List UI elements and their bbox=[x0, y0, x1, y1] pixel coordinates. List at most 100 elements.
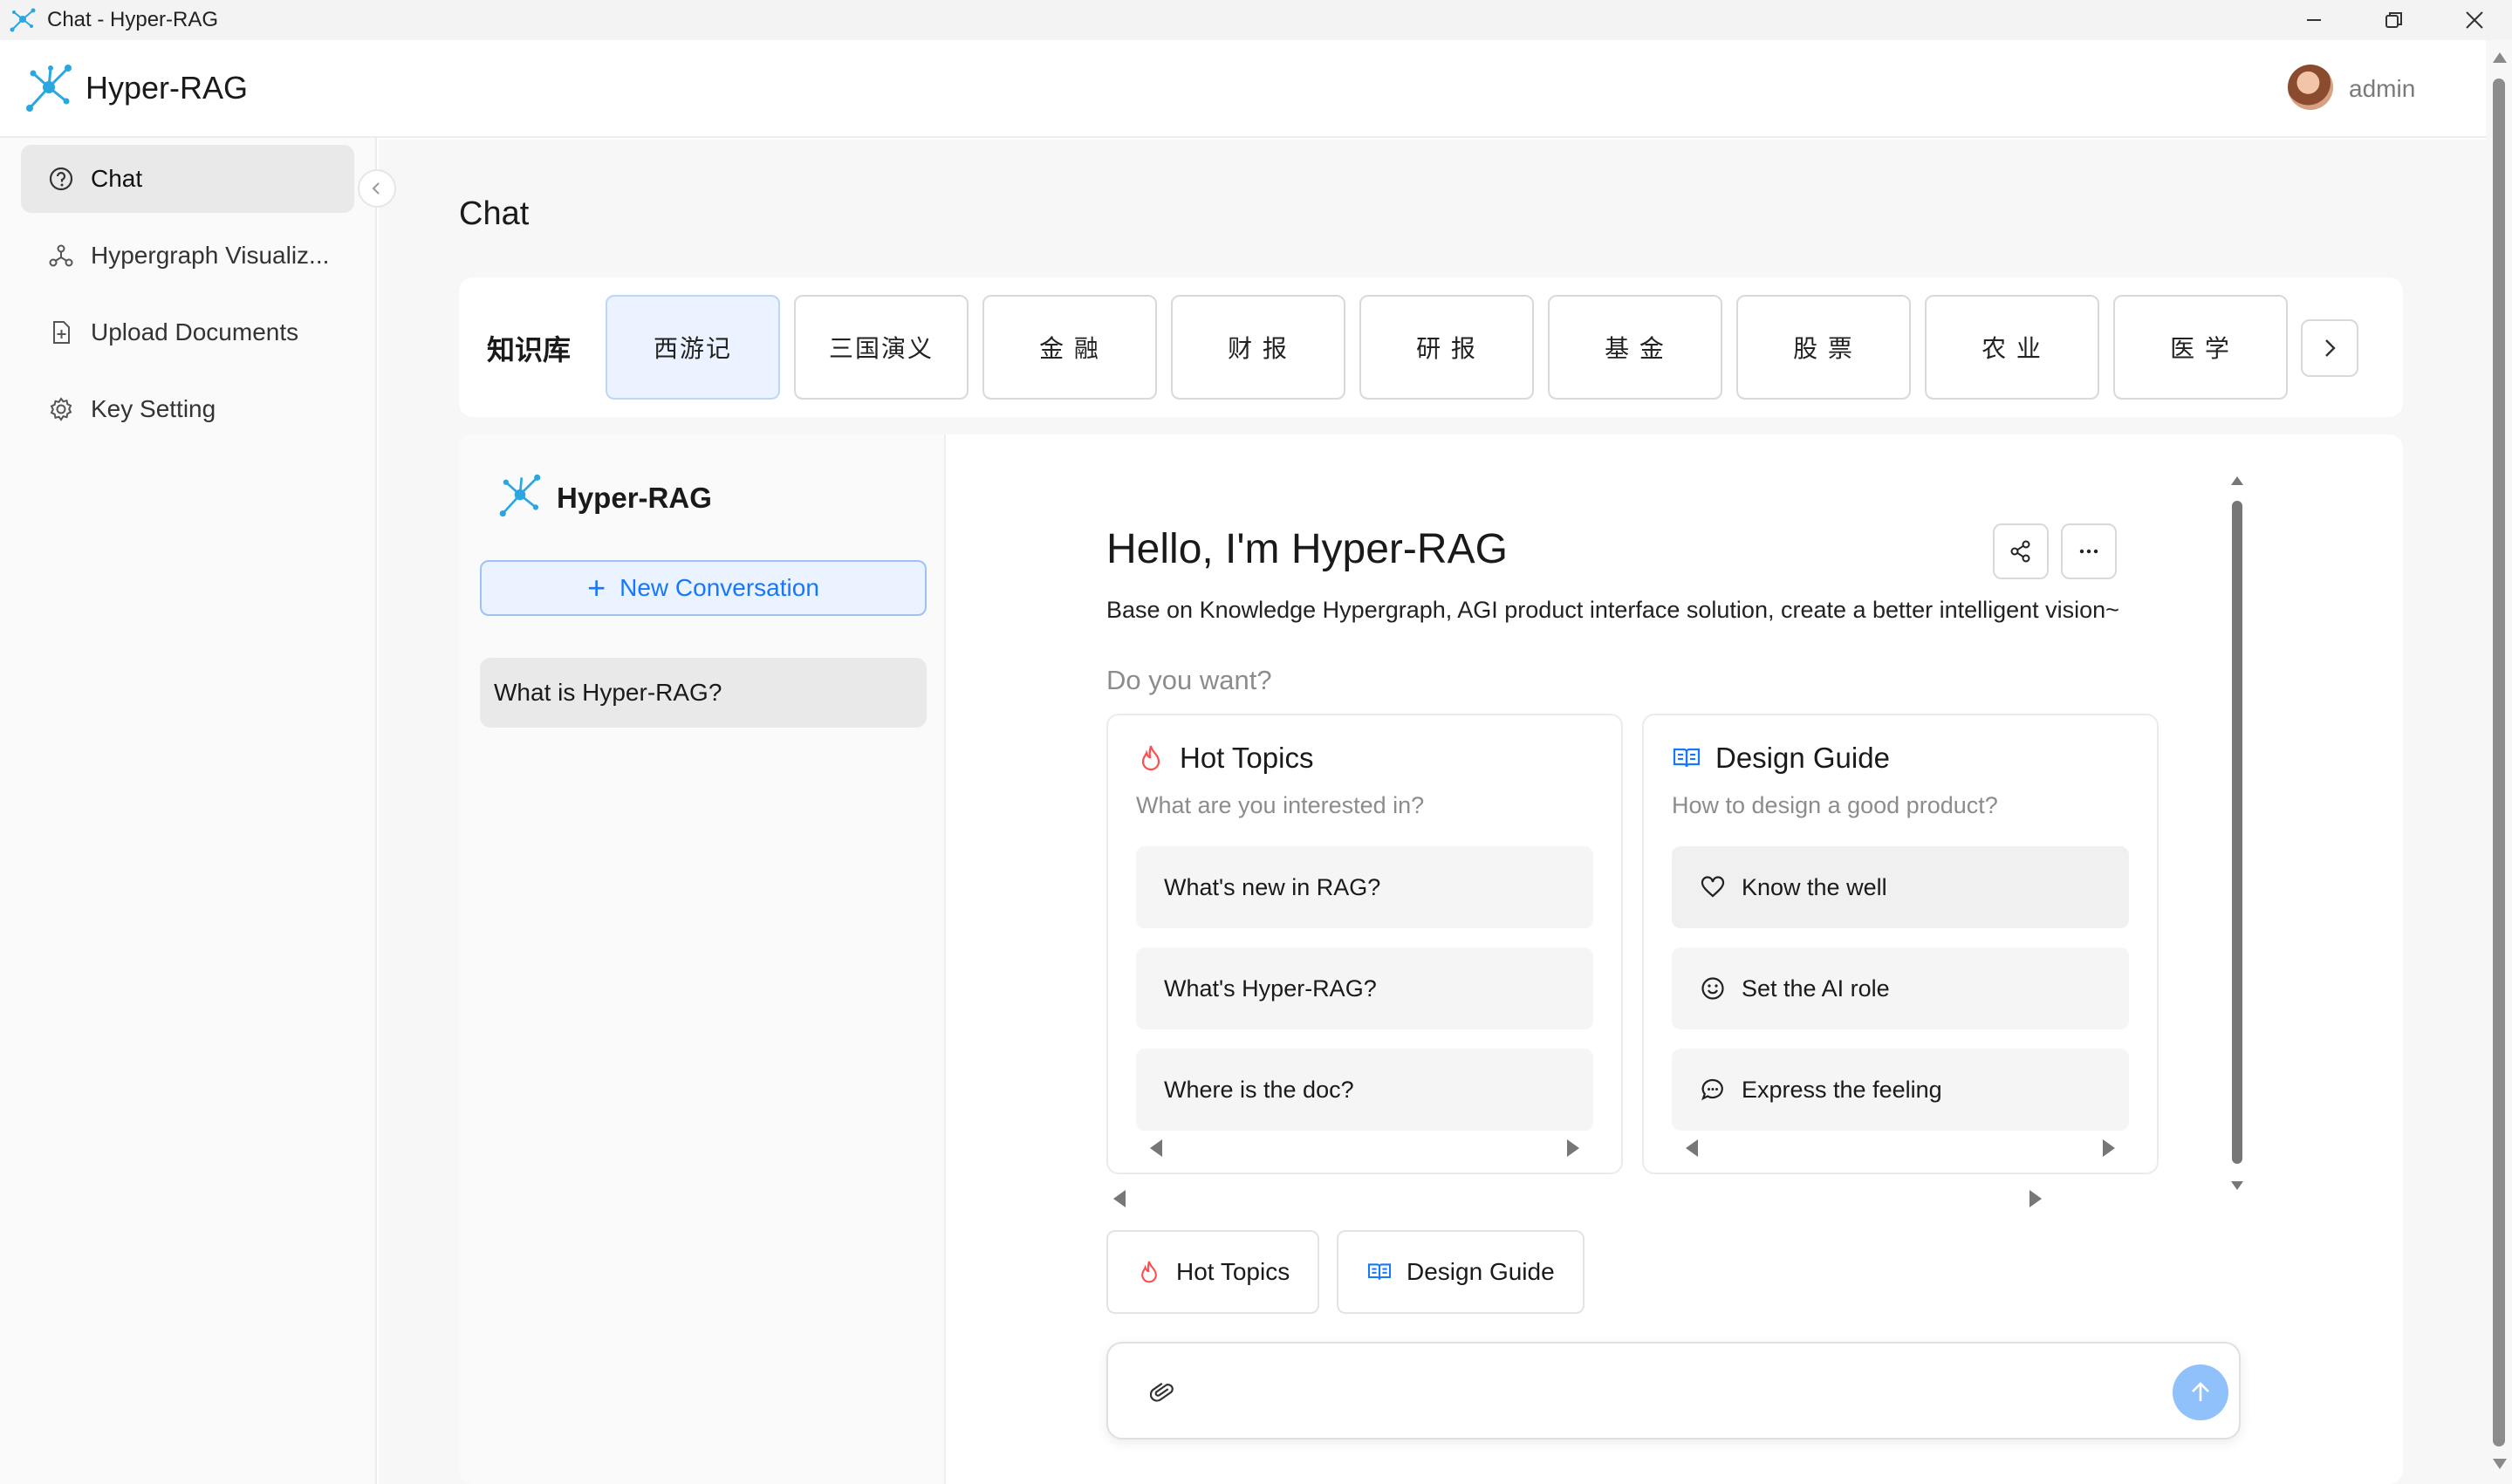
prompt-group-subtitle: What are you interested in? bbox=[1136, 792, 1425, 818]
prompt-item[interactable]: Express the feeling bbox=[1672, 1049, 2129, 1131]
welcome-description: Base on Knowledge Hypergraph, AGI produc… bbox=[1106, 597, 2119, 623]
restore-button[interactable] bbox=[2354, 0, 2434, 40]
kb-tab[interactable]: 财 报 bbox=[1171, 295, 1345, 400]
scroll-right-arrow[interactable] bbox=[2103, 1139, 2115, 1157]
scroll-thumb[interactable] bbox=[2493, 79, 2505, 1446]
message-composer bbox=[1106, 1342, 2241, 1440]
scroll-up-arrow[interactable] bbox=[2493, 52, 2507, 63]
sidebar-item-upload[interactable]: Upload Documents bbox=[21, 298, 354, 366]
chevron-left-icon bbox=[372, 182, 380, 195]
chip-label: Design Guide bbox=[1407, 1258, 1555, 1285]
user-name[interactable]: admin bbox=[2349, 75, 2415, 103]
new-conversation-button[interactable]: + New Conversation bbox=[480, 560, 927, 616]
prompt-item-label: What's Hyper-RAG? bbox=[1164, 975, 1377, 1002]
window-titlebar: Chat - Hyper-RAG bbox=[0, 0, 2512, 40]
sidebar-item-label: Upload Documents bbox=[91, 318, 299, 345]
scroll-right-arrow[interactable] bbox=[2029, 1190, 2042, 1207]
send-button[interactable] bbox=[2173, 1364, 2228, 1420]
scroll-up-arrow[interactable] bbox=[2231, 476, 2243, 485]
app-header: Hyper-RAG admin bbox=[0, 40, 2486, 138]
prompt-item[interactable]: Where is the doc? bbox=[1136, 1049, 1593, 1131]
prompt-item[interactable]: What's Hyper-RAG? bbox=[1136, 947, 1593, 1029]
sidebar-item-hypergraph[interactable]: Hypergraph Visualiz... bbox=[21, 222, 354, 290]
brand-name: Hyper-RAG bbox=[86, 70, 249, 106]
app-logo-icon bbox=[10, 8, 36, 32]
prompt-item-label: Set the AI role bbox=[1742, 975, 1890, 1002]
more-button[interactable] bbox=[2061, 523, 2117, 579]
book-icon bbox=[1672, 743, 1701, 773]
minimize-button[interactable] bbox=[2274, 0, 2354, 40]
window-scrollbar[interactable] bbox=[2486, 40, 2512, 1484]
prompt-item[interactable]: What's new in RAG? bbox=[1136, 846, 1593, 928]
prompt-group-hot-topics: Hot Topics What are you interested in? W… bbox=[1106, 714, 1623, 1174]
nodes-icon bbox=[47, 242, 75, 270]
window-title: Chat - Hyper-RAG bbox=[47, 8, 219, 31]
sidebar-item-chat[interactable]: Chat bbox=[21, 145, 354, 213]
paperclip-icon bbox=[1150, 1382, 1174, 1402]
scroll-left-arrow[interactable] bbox=[1150, 1139, 1162, 1157]
prompt-group-title-label: Design Guide bbox=[1715, 742, 1890, 774]
conversations-panel: Hyper-RAG + New Conversation What is Hyp… bbox=[459, 434, 946, 1484]
file-add-icon bbox=[47, 318, 75, 346]
kb-tab[interactable]: 研 报 bbox=[1359, 295, 1534, 400]
question-circle-icon bbox=[47, 165, 75, 193]
scroll-thumb[interactable] bbox=[2232, 501, 2242, 1164]
kb-tab[interactable]: 股 票 bbox=[1736, 295, 1911, 400]
scroll-left-arrow[interactable] bbox=[1113, 1190, 1126, 1207]
prompt-item[interactable]: Know the well bbox=[1672, 846, 2129, 928]
ellipsis-icon bbox=[2079, 549, 2098, 554]
heart-icon bbox=[1700, 874, 1726, 900]
collapse-sidebar-button[interactable] bbox=[358, 169, 396, 208]
minimize-icon bbox=[2307, 19, 2321, 21]
chip-design-guide[interactable]: Design Guide bbox=[1337, 1230, 1585, 1314]
sidebar: Chat Hypergraph Visualiz... Upload Docum… bbox=[0, 138, 396, 1484]
scroll-down-arrow[interactable] bbox=[2231, 1181, 2243, 1190]
kb-tab[interactable]: 基 金 bbox=[1548, 295, 1722, 400]
kb-tab[interactable]: 农 业 bbox=[1925, 295, 2099, 400]
prompt-group-title-label: Hot Topics bbox=[1180, 742, 1314, 774]
page-title: Chat bbox=[459, 195, 530, 232]
kb-tab[interactable]: 西游记 bbox=[606, 295, 780, 400]
prompt-item-label: What's new in RAG? bbox=[1164, 873, 1381, 900]
prompt-group-title: Hot Topics bbox=[1136, 742, 1313, 775]
close-icon bbox=[2466, 11, 2483, 29]
prompt-group-subtitle: How to design a good product? bbox=[1672, 792, 1998, 818]
sidebar-item-label: Hypergraph Visualiz... bbox=[91, 242, 330, 269]
chip-label: Hot Topics bbox=[1176, 1258, 1290, 1285]
kb-tab[interactable]: 三国演义 bbox=[794, 295, 969, 400]
kb-next-button[interactable] bbox=[2301, 319, 2358, 377]
prompt-item[interactable]: Set the AI role bbox=[1672, 947, 2129, 1029]
chat-scrollbar[interactable] bbox=[2228, 476, 2246, 1192]
new-conversation-label: New Conversation bbox=[619, 574, 819, 601]
conversation-item[interactable]: What is Hyper-RAG? bbox=[480, 658, 927, 728]
knowledge-base-label: 知识库 bbox=[487, 334, 572, 366]
chevron-right-icon bbox=[2325, 339, 2336, 357]
avatar[interactable] bbox=[2288, 65, 2333, 110]
chat-card: Hyper-RAG + New Conversation What is Hyp… bbox=[459, 434, 2403, 1484]
share-button[interactable] bbox=[1993, 523, 2049, 579]
close-button[interactable] bbox=[2434, 0, 2512, 40]
attach-button[interactable] bbox=[1146, 1377, 1178, 1408]
kb-tab[interactable]: 医 学 bbox=[2113, 295, 2288, 400]
restore-icon bbox=[2385, 12, 2402, 28]
sidebar-item-label: Key Setting bbox=[91, 395, 216, 422]
fire-icon bbox=[1136, 1259, 1162, 1285]
chip-hot-topics[interactable]: Hot Topics bbox=[1106, 1230, 1320, 1314]
prompt-item-label: Know the well bbox=[1742, 873, 1887, 900]
scroll-down-arrow[interactable] bbox=[2493, 1459, 2507, 1469]
main-content: Chat 知识库 西游记 三国演义 金 融 财 报 研 报 基 金 股 票 农 … bbox=[379, 140, 2486, 1484]
knowledge-base-bar: 知识库 西游记 三国演义 金 融 财 报 研 报 基 金 股 票 农 业 医 学 bbox=[459, 277, 2403, 417]
message-input[interactable] bbox=[1199, 1368, 2124, 1417]
share-icon bbox=[2010, 540, 2030, 563]
kb-tab[interactable]: 金 融 bbox=[982, 295, 1157, 400]
smile-icon bbox=[1700, 975, 1726, 1002]
welcome-title: Hello, I'm Hyper-RAG bbox=[1106, 526, 1508, 572]
prompt-heading: Do you want? bbox=[1106, 665, 1272, 695]
brand-logo-icon bbox=[499, 474, 541, 517]
brand-logo-icon[interactable] bbox=[24, 63, 73, 113]
comment-icon bbox=[1700, 1077, 1726, 1103]
scroll-right-arrow[interactable] bbox=[1567, 1139, 1579, 1157]
sidebar-item-label: Chat bbox=[91, 165, 143, 192]
scroll-left-arrow[interactable] bbox=[1686, 1139, 1698, 1157]
sidebar-item-key-setting[interactable]: Key Setting bbox=[21, 375, 354, 443]
